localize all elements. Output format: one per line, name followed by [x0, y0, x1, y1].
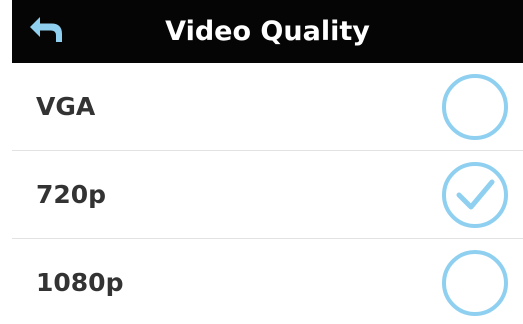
header-bar: Video Quality [12, 0, 523, 63]
radio-unchecked-icon[interactable] [440, 72, 510, 142]
option-1080p[interactable]: 1080p [12, 239, 523, 324]
radio-unchecked-icon[interactable] [440, 248, 510, 318]
option-vga[interactable]: VGA [12, 63, 523, 150]
option-label: 720p [36, 180, 107, 209]
video-quality-screen: Video Quality VGA 720p 1080p [0, 0, 523, 324]
radio-checked-icon[interactable] [440, 160, 510, 230]
page-title: Video Quality [165, 16, 370, 47]
option-label: 1080p [36, 268, 124, 297]
option-720p[interactable]: 720p [12, 151, 523, 238]
option-label: VGA [36, 92, 96, 121]
